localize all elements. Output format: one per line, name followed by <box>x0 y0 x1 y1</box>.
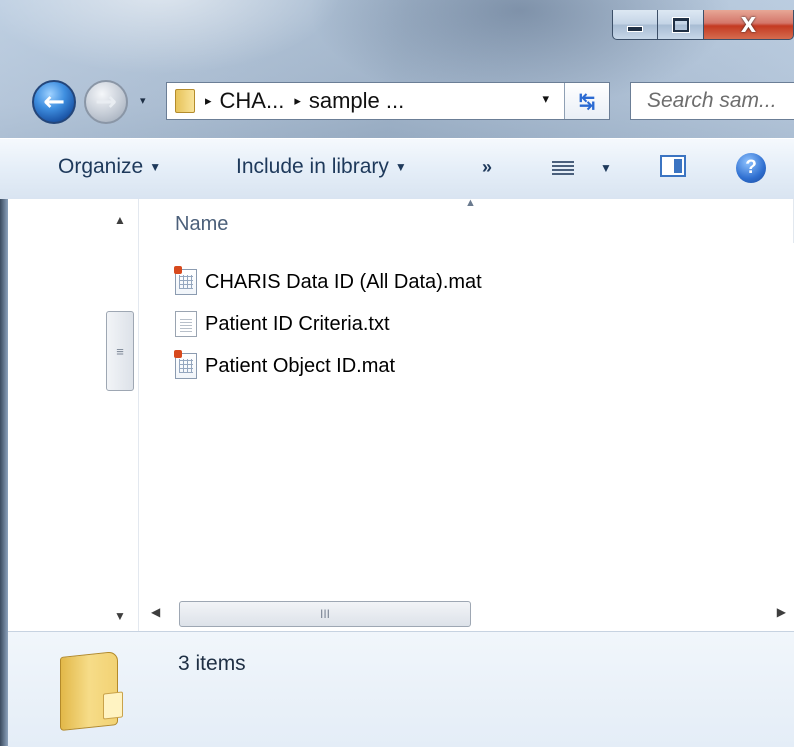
scroll-right-icon[interactable]: ▶ <box>777 605 786 619</box>
navigation-vertical-scrollbar[interactable]: ▲ ≡ ▼ <box>104 199 138 631</box>
text-file-icon <box>175 311 197 337</box>
minimize-icon <box>627 25 643 32</box>
more-commands-button[interactable]: » <box>482 157 492 178</box>
column-header-name[interactable]: Name <box>175 213 228 236</box>
horizontal-scrollbar[interactable]: ◀ III ▶ <box>139 597 794 631</box>
include-in-library-label: Include in library <box>236 155 389 178</box>
search-placeholder: Search sam... <box>647 89 777 112</box>
address-bar[interactable]: ▸ CHA... ▸ sample ... ▾ ↹ <box>166 82 610 120</box>
list-item[interactable]: Patient ID Criteria.txt <box>175 309 390 339</box>
caption-buttons: X <box>612 10 794 44</box>
close-button[interactable]: X <box>704 10 794 40</box>
arrow-right-icon: → <box>95 87 117 117</box>
views-dropdown[interactable]: ▼ <box>600 161 612 175</box>
address-dropdown[interactable]: ▾ <box>542 92 549 107</box>
preview-pane-icon[interactable] <box>660 155 686 177</box>
forward-button[interactable]: → <box>84 80 128 124</box>
file-name: Patient ID Criteria.txt <box>205 312 390 335</box>
back-button[interactable]: ← <box>32 80 76 124</box>
maximize-icon <box>672 17 689 32</box>
search-input[interactable]: Search sam... <box>630 82 794 120</box>
views-icon[interactable] <box>552 159 574 177</box>
refresh-button[interactable]: ↹ <box>564 83 609 119</box>
breadcrumb-item[interactable]: CHA... <box>220 88 285 114</box>
breadcrumb-item[interactable]: sample ... <box>309 88 404 114</box>
item-count: 3 items <box>178 652 246 675</box>
chevron-down-icon: ▼ <box>394 160 407 175</box>
file-list: ▲ Name CHARIS Data ID (All Data).mat Pat… <box>139 197 794 631</box>
folder-icon <box>60 650 118 732</box>
refresh-icon: ↹ <box>578 89 596 113</box>
arrow-left-icon: ← <box>43 87 65 117</box>
help-icon[interactable]: ? <box>736 153 766 183</box>
navigation-pane: ▲ ≡ ▼ <box>8 199 139 631</box>
scroll-down-icon[interactable]: ▼ <box>114 609 126 623</box>
file-name: Patient Object ID.mat <box>205 354 396 377</box>
content-area: ▲ ≡ ▼ ▲ Name CHARIS Data ID (All Data).m… <box>8 197 794 631</box>
minimize-button[interactable] <box>612 10 658 40</box>
navigation-row: ← → ▾ ▸ CHA... ▸ sample ... ▾ ↹ Search s… <box>0 76 794 130</box>
vertical-scroll-thumb[interactable]: ≡ <box>106 311 134 391</box>
mat-file-icon <box>174 350 197 379</box>
sort-ascending-icon: ▲ <box>465 197 476 209</box>
chevron-down-icon: ▼ <box>149 160 162 175</box>
list-item[interactable]: Patient Object ID.mat <box>174 350 396 381</box>
organize-label: Organize <box>58 155 144 178</box>
include-in-library-button[interactable]: Include in library ▼ <box>236 155 407 179</box>
close-icon: X <box>740 12 757 37</box>
breadcrumb-separator[interactable]: ▸ <box>294 94 301 109</box>
file-name: CHARIS Data ID (All Data).mat <box>205 270 482 293</box>
window-border <box>0 199 8 746</box>
folder-icon <box>175 89 195 113</box>
scroll-up-icon[interactable]: ▲ <box>114 213 126 227</box>
details-pane: 3 items <box>8 631 794 747</box>
horizontal-scroll-thumb[interactable]: III <box>179 601 471 627</box>
organize-button[interactable]: Organize ▼ <box>58 155 161 179</box>
scroll-left-icon[interactable]: ◀ <box>151 605 160 619</box>
mat-file-icon <box>174 266 197 295</box>
breadcrumb-separator[interactable]: ▸ <box>205 94 212 109</box>
list-item[interactable]: CHARIS Data ID (All Data).mat <box>174 266 482 297</box>
command-bar: Organize ▼ Include in library ▼ » ▼ ? <box>0 138 794 200</box>
recent-pages-dropdown[interactable]: ▾ <box>140 94 146 107</box>
maximize-button[interactable] <box>658 10 704 40</box>
